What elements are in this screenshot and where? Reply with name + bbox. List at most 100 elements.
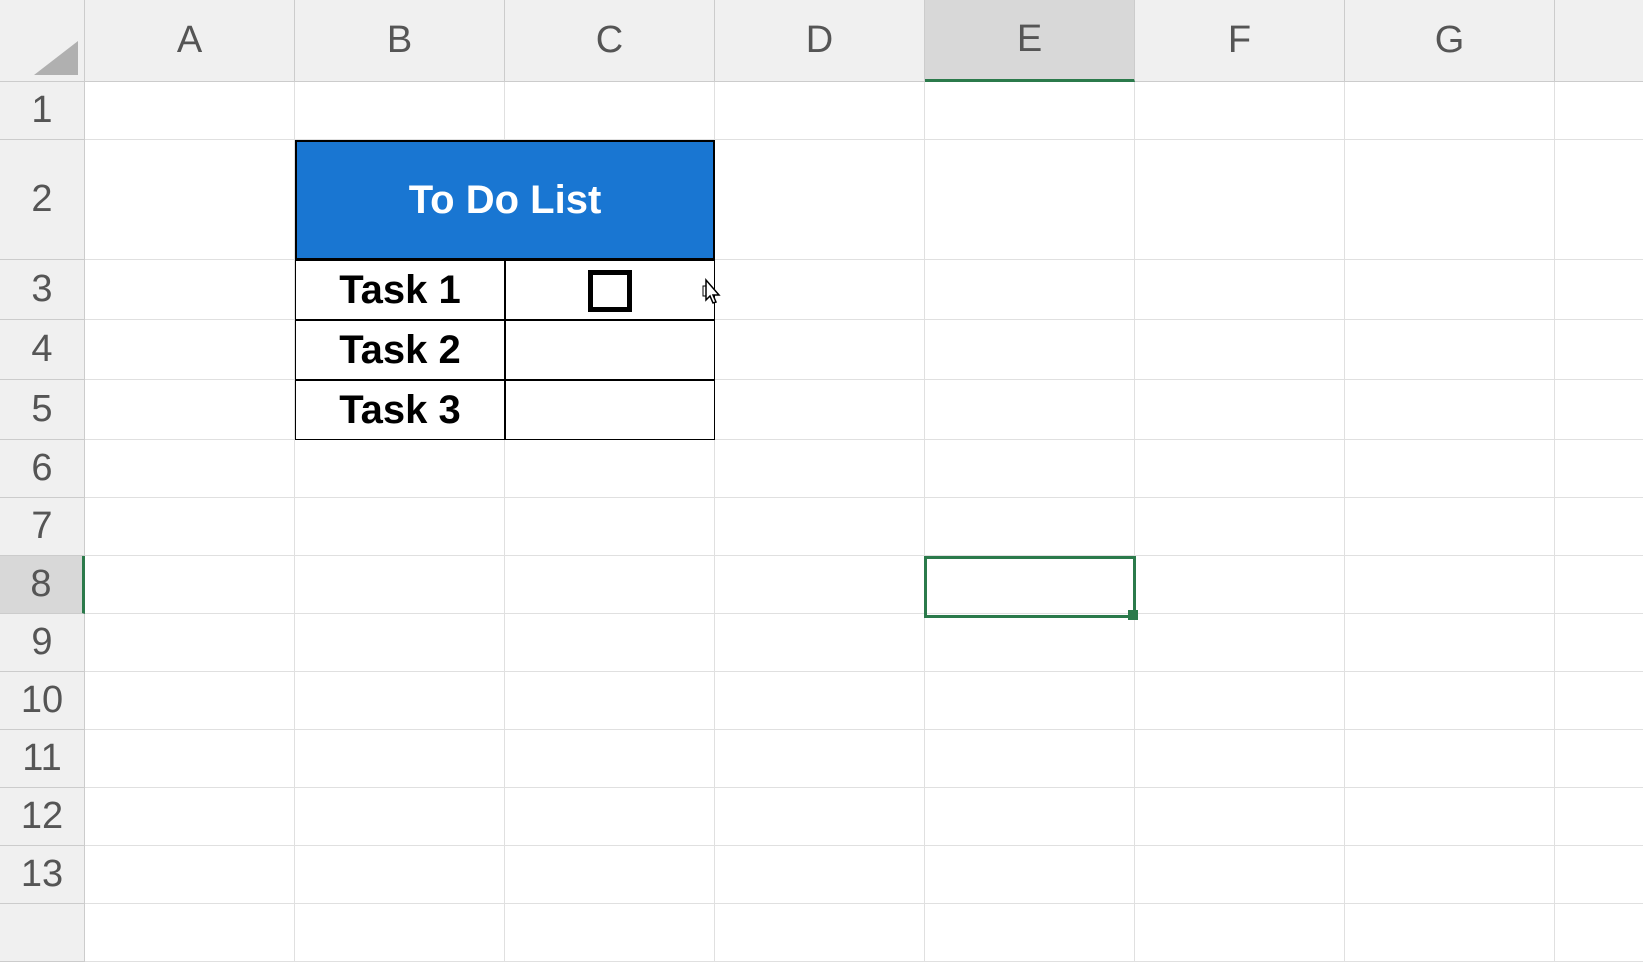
cell[interactable] [505, 846, 715, 904]
cell[interactable] [1345, 904, 1555, 962]
cell[interactable] [505, 904, 715, 962]
column-header-extra[interactable] [1555, 0, 1643, 82]
row-header-4[interactable]: 4 [0, 320, 85, 380]
cell[interactable] [85, 260, 295, 320]
cell[interactable] [925, 672, 1135, 730]
cell[interactable] [1135, 140, 1345, 260]
cell[interactable] [1135, 320, 1345, 380]
cell[interactable] [1135, 846, 1345, 904]
cell[interactable] [715, 614, 925, 672]
row-header-12[interactable]: 12 [0, 788, 85, 846]
cell[interactable] [925, 440, 1135, 498]
cell[interactable] [925, 846, 1135, 904]
column-header-A[interactable]: A [85, 0, 295, 82]
cell[interactable] [1135, 82, 1345, 140]
cell[interactable] [295, 730, 505, 788]
row-header-extra[interactable] [0, 904, 85, 962]
row-header-7[interactable]: 7 [0, 498, 85, 556]
cell[interactable] [1345, 260, 1555, 320]
cell[interactable] [715, 380, 925, 440]
todo-list-header[interactable]: To Do List [295, 140, 715, 260]
column-header-G[interactable]: G [1345, 0, 1555, 82]
cell[interactable] [1555, 730, 1643, 788]
cell[interactable] [1345, 140, 1555, 260]
cell[interactable] [85, 82, 295, 140]
cell[interactable] [295, 672, 505, 730]
cell[interactable] [295, 498, 505, 556]
cell[interactable] [1345, 440, 1555, 498]
column-header-F[interactable]: F [1135, 0, 1345, 82]
column-header-B[interactable]: B [295, 0, 505, 82]
cell[interactable] [85, 320, 295, 380]
cell[interactable] [925, 614, 1135, 672]
cell[interactable] [85, 498, 295, 556]
cell[interactable] [715, 846, 925, 904]
cell[interactable] [295, 904, 505, 962]
cell[interactable] [1135, 380, 1345, 440]
cell[interactable] [715, 730, 925, 788]
row-header-10[interactable]: 10 [0, 672, 85, 730]
cell[interactable] [1555, 846, 1643, 904]
cell[interactable] [295, 556, 505, 614]
cell[interactable] [1555, 320, 1643, 380]
cell[interactable] [1345, 846, 1555, 904]
select-all-corner[interactable] [0, 0, 85, 82]
cell[interactable] [1135, 672, 1345, 730]
cell[interactable] [925, 320, 1135, 380]
row-header-9[interactable]: 9 [0, 614, 85, 672]
cell[interactable] [925, 556, 1135, 614]
cell[interactable] [925, 730, 1135, 788]
cell[interactable] [925, 82, 1135, 140]
cell[interactable] [85, 846, 295, 904]
cell[interactable] [925, 380, 1135, 440]
cell[interactable] [1555, 380, 1643, 440]
cell[interactable] [715, 498, 925, 556]
cell[interactable] [505, 556, 715, 614]
cell[interactable] [295, 614, 505, 672]
cell[interactable] [925, 140, 1135, 260]
cell[interactable] [1345, 730, 1555, 788]
cell[interactable] [85, 140, 295, 260]
cell[interactable] [295, 788, 505, 846]
cell[interactable] [1135, 260, 1345, 320]
task-status-cell-3[interactable] [505, 380, 715, 440]
cell[interactable] [1345, 380, 1555, 440]
cell[interactable] [85, 904, 295, 962]
cell[interactable] [85, 788, 295, 846]
cell[interactable] [1135, 904, 1345, 962]
cell[interactable] [715, 556, 925, 614]
cell[interactable] [295, 440, 505, 498]
cell[interactable] [1555, 498, 1643, 556]
row-header-3[interactable]: 3 [0, 260, 85, 320]
cell[interactable] [715, 320, 925, 380]
cell[interactable] [85, 614, 295, 672]
cell[interactable] [85, 556, 295, 614]
cell[interactable] [1135, 556, 1345, 614]
cell[interactable] [1345, 672, 1555, 730]
cell[interactable] [1345, 556, 1555, 614]
cell[interactable] [1135, 614, 1345, 672]
cell[interactable] [1135, 788, 1345, 846]
cell[interactable] [925, 498, 1135, 556]
cell[interactable] [1345, 788, 1555, 846]
cell[interactable] [925, 260, 1135, 320]
checkbox-shape[interactable] [588, 270, 632, 312]
cell[interactable] [85, 730, 295, 788]
cell[interactable] [715, 904, 925, 962]
task-cell-2[interactable]: Task 2 [295, 320, 505, 380]
cell[interactable] [505, 440, 715, 498]
cell[interactable] [85, 672, 295, 730]
cell[interactable] [505, 788, 715, 846]
column-header-C[interactable]: C [505, 0, 715, 82]
cell[interactable] [1135, 498, 1345, 556]
cell[interactable] [1555, 788, 1643, 846]
row-header-8[interactable]: 8 [0, 556, 85, 614]
cell[interactable] [505, 672, 715, 730]
row-header-6[interactable]: 6 [0, 440, 85, 498]
cell[interactable] [1555, 672, 1643, 730]
cell[interactable] [925, 904, 1135, 962]
cell[interactable] [1345, 614, 1555, 672]
cell[interactable] [1555, 140, 1643, 260]
task-status-cell-2[interactable] [505, 320, 715, 380]
cell[interactable] [1135, 730, 1345, 788]
